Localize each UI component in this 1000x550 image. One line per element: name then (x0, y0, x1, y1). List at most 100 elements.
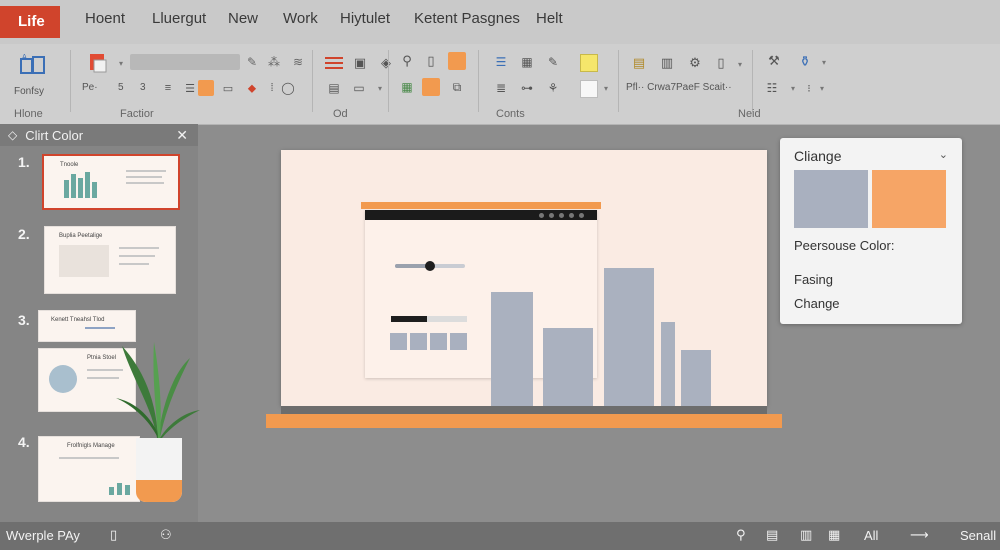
format-icon[interactable]: ⁂ (266, 54, 282, 70)
window-control-icon[interactable] (539, 213, 544, 218)
grid-view-icon[interactable]: ▦ (828, 527, 840, 543)
window-control-icon[interactable] (549, 213, 554, 218)
layout-icon[interactable]: ▭ (348, 80, 370, 96)
font-color-icon[interactable]: ▭ (220, 80, 236, 96)
tab-help[interactable]: Helt (536, 10, 563, 27)
chart-bar[interactable] (491, 292, 533, 406)
clipboard-icon[interactable] (86, 52, 110, 74)
chevron-down-icon[interactable]: ▾ (816, 80, 826, 96)
popup-option[interactable]: Change (794, 296, 840, 311)
pot-fill (136, 480, 182, 502)
link-icon[interactable]: ⊶ (518, 80, 536, 96)
group-separator (70, 50, 71, 112)
lines-icon[interactable] (324, 54, 344, 72)
slide-number: 1. (18, 154, 30, 170)
bold-button[interactable]: 5 (118, 82, 124, 93)
thumb-text-line (126, 182, 164, 184)
window-control-icon[interactable] (569, 213, 574, 218)
slide-thumbnail-4[interactable]: Frolfnigls Manage (38, 436, 140, 502)
columns-icon[interactable]: ▥ (658, 54, 676, 72)
color-swatch[interactable] (794, 170, 868, 228)
view-icon[interactable]: ▥ (800, 527, 812, 543)
progress-fill (391, 316, 428, 322)
chevron-down-icon[interactable]: ⌄ (939, 148, 948, 161)
font-name-select[interactable] (130, 54, 240, 70)
slide-canvas[interactable] (281, 150, 767, 406)
chevron-down-icon[interactable]: ▾ (818, 56, 828, 68)
color-swatch[interactable] (872, 170, 946, 228)
search-icon[interactable]: ⚲ (736, 527, 746, 543)
underline-icon[interactable]: ≡ (160, 80, 176, 96)
chart-bar[interactable] (543, 328, 593, 406)
arrow-right-icon[interactable]: ⟶ (910, 527, 929, 543)
tile[interactable] (390, 333, 407, 350)
chevron-down-icon[interactable]: ▾ (786, 80, 798, 96)
popup-option[interactable]: Fasing (794, 272, 833, 287)
tab-new[interactable]: New (228, 10, 258, 27)
table-icon[interactable]: ☰ (492, 54, 510, 70)
window-control-icon[interactable] (579, 213, 584, 218)
close-icon[interactable]: ✕ (176, 127, 188, 144)
zoom-label[interactable]: Senall (960, 528, 996, 543)
copy-icon[interactable]: ⧉ (448, 78, 466, 96)
tile[interactable] (410, 333, 427, 350)
tab-work[interactable]: Work (283, 10, 318, 27)
strikethrough-icon[interactable]: ☰ (182, 80, 198, 96)
yellow-color-icon[interactable] (580, 54, 598, 72)
slide-thumbnail-2[interactable]: Buplia Peetalige (44, 226, 176, 294)
text-effect-icon[interactable]: ≋ (290, 54, 306, 70)
note-icon[interactable]: ▤ (630, 54, 648, 72)
more-icon[interactable]: ⁝ (802, 80, 816, 96)
tab-layout[interactable]: Hiytulet (340, 10, 390, 27)
font-size-label[interactable]: Pe· (82, 82, 98, 93)
orange-square-icon[interactable] (448, 52, 466, 70)
accessibility-icon[interactable]: ⚇ (160, 527, 172, 543)
window-control-icon[interactable] (559, 213, 564, 218)
tab-file[interactable]: Life (0, 6, 60, 38)
file-icon[interactable]: ▯ (712, 54, 730, 72)
align-icon[interactable]: ⁞ (264, 80, 280, 96)
thumb-bar (92, 182, 97, 198)
arrange-icon[interactable]: ◈ (376, 54, 396, 72)
search-icon[interactable]: ⚲ (398, 52, 416, 70)
tab-home[interactable]: Hoent (85, 10, 125, 27)
slide-thumbnail-1[interactable]: Tnoole (42, 154, 180, 210)
chart-bar[interactable] (681, 350, 711, 406)
chevron-down-icon[interactable]: ▾ (734, 58, 744, 70)
slider[interactable] (395, 261, 465, 271)
grid-icon[interactable]: ▦ (518, 54, 536, 70)
fill-icon[interactable]: ⬥ (244, 80, 260, 96)
tile[interactable] (450, 333, 467, 350)
network-icon[interactable]: ⚘ (544, 80, 562, 96)
paragraph-options-text[interactable]: Pfl·· Crwa7PaeF Scait·· (626, 82, 732, 93)
pen-icon[interactable]: ✎ (544, 54, 562, 70)
highlight-color-icon[interactable] (198, 80, 214, 96)
wrench-icon[interactable]: ⚒ (764, 52, 784, 70)
document-icon[interactable]: ▯ (422, 52, 440, 70)
chart-bar[interactable] (604, 268, 654, 406)
chevron-down-icon[interactable]: ▾ (114, 56, 126, 70)
chart-bar[interactable] (661, 322, 675, 406)
bars-icon[interactable]: ≣ (492, 80, 510, 96)
tile[interactable] (430, 333, 447, 350)
paste-icon[interactable]: A (18, 52, 48, 78)
tab-content-pages[interactable]: Ketent Pasgnes (414, 10, 520, 27)
notes-icon[interactable]: ▤ (766, 527, 778, 543)
circle-icon[interactable]: ◯ (280, 80, 296, 96)
image-green-icon[interactable]: ▦ (398, 78, 416, 96)
device-icon[interactable]: ▯ (110, 527, 117, 543)
italic-button[interactable]: 3 (140, 82, 146, 93)
shapes-icon[interactable]: ▣ (350, 54, 370, 72)
orange-fill-icon[interactable] (422, 78, 440, 96)
chevron-down-icon[interactable]: ▾ (600, 80, 610, 96)
settings-icon[interactable]: ⚙ (686, 54, 704, 72)
chevron-down-icon[interactable]: ▾ (374, 80, 384, 96)
image-icon[interactable]: ▤ (326, 80, 342, 96)
list-icon[interactable]: ☷ (762, 80, 782, 96)
brush-icon[interactable]: ✎ (244, 54, 260, 70)
tab-insert[interactable]: Lluergut (152, 10, 206, 27)
brush-blue-icon[interactable]: ⚱ (794, 52, 816, 70)
view-all-button[interactable]: All (864, 528, 878, 543)
slider-handle[interactable] (425, 261, 435, 271)
white-color-icon[interactable] (580, 80, 598, 98)
